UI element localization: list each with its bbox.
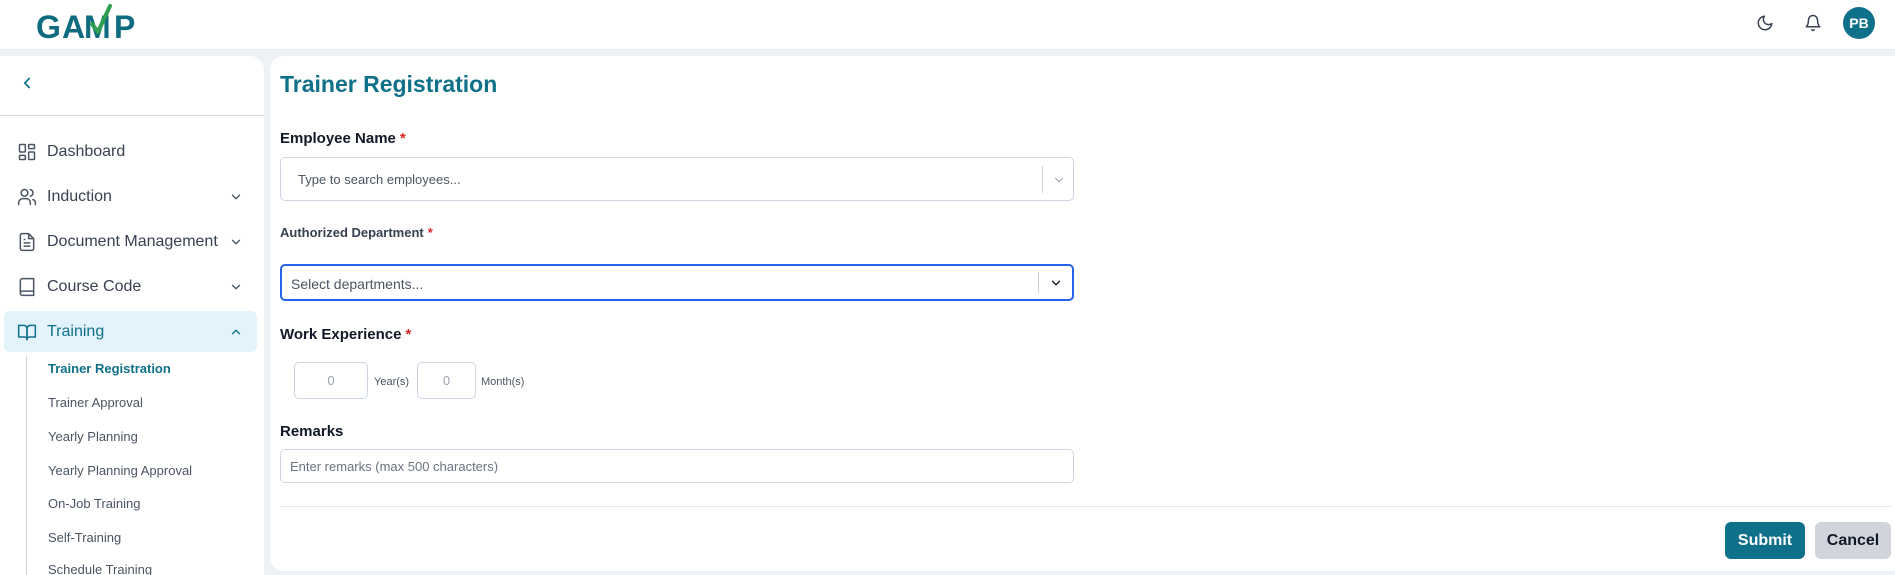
submenu-item-schedule-training[interactable]: Schedule Training [48, 562, 152, 575]
document-icon [17, 232, 37, 252]
chevron-up-icon [229, 325, 243, 339]
employee-name-label: Employee Name * [280, 130, 406, 147]
submenu-item-trainer-registration[interactable]: Trainer Registration [48, 361, 171, 376]
sidebar-item-label: Dashboard [47, 142, 126, 160]
remarks-label: Remarks [280, 423, 344, 440]
required-mark: * [399, 130, 406, 147]
remarks-placeholder: Enter remarks (max 500 characters) [290, 459, 499, 474]
chevron-down-icon[interactable] [1052, 173, 1066, 187]
sidebar-item-induction[interactable]: Induction [4, 176, 257, 217]
svg-text:G: G [36, 9, 61, 45]
main-content: Trainer Registration Employee Name * Type… [270, 56, 1895, 571]
department-placeholder: Select departments... [291, 276, 424, 292]
years-input[interactable]: 0 [294, 362, 368, 399]
sidebar-item-course-code[interactable]: Course Code [4, 266, 257, 307]
required-mark: * [427, 225, 433, 240]
submit-button[interactable]: Submit [1725, 522, 1805, 559]
submenu-item-self-training[interactable]: Self-Training [48, 530, 121, 545]
submenu-item-yearly-planning-approval[interactable]: Yearly Planning Approval [48, 463, 192, 478]
book-icon [17, 277, 37, 297]
svg-text:A: A [62, 9, 85, 45]
page-title: Trainer Registration [280, 71, 498, 97]
chevron-left-icon[interactable] [18, 74, 38, 94]
sidebar-item-label: Course Code [47, 277, 142, 295]
bell-icon[interactable] [1795, 6, 1831, 40]
submenu-line [26, 356, 27, 575]
months-input[interactable]: 0 [417, 362, 476, 399]
header-actions: PB [1735, 6, 1875, 40]
users-icon [17, 187, 37, 207]
submenu-item-yearly-planning[interactable]: Yearly Planning [48, 429, 138, 444]
sidebar-item-label: Document Management [47, 232, 218, 250]
avatar[interactable]: PB [1843, 7, 1875, 39]
years-unit-label: Year(s) [374, 376, 410, 388]
sidebar-item-training[interactable]: Training [4, 311, 257, 352]
sidebar-divider [0, 115, 264, 116]
top-bar: G A M P PB [0, 0, 1895, 50]
chevron-down-icon [229, 280, 243, 294]
work-experience-label: Work Experience * [280, 326, 412, 343]
chevron-down-icon [229, 235, 243, 249]
form-footer-divider [280, 506, 1892, 507]
grid-icon [17, 142, 37, 162]
sidebar-item-label: Induction [47, 187, 112, 205]
svg-text:P: P [114, 9, 135, 45]
employee-search-placeholder: Type to search employees... [298, 172, 461, 187]
gamp-logo[interactable]: G A M P [36, 2, 146, 46]
sidebar-item-document-management[interactable]: Document Management [4, 221, 257, 262]
sidebar-item-label: Training [47, 322, 105, 340]
moon-icon[interactable] [1747, 6, 1783, 40]
submenu-item-on-job-training[interactable]: On-Job Training [48, 496, 141, 511]
select-separator [1038, 272, 1039, 293]
required-mark: * [405, 326, 412, 343]
department-select[interactable]: Select departments... [280, 264, 1074, 301]
select-separator [1042, 166, 1043, 193]
employee-search-select[interactable]: Type to search employees... [280, 157, 1074, 201]
chevron-down-icon[interactable] [1049, 276, 1063, 290]
months-unit-label: Month(s) [481, 376, 525, 388]
chevron-down-icon [229, 190, 243, 204]
submenu-item-trainer-approval[interactable]: Trainer Approval [48, 395, 143, 410]
remarks-input[interactable]: Enter remarks (max 500 characters) [280, 449, 1074, 483]
authorized-department-label: Authorized Department * [280, 225, 433, 240]
sidebar-item-dashboard[interactable]: Dashboard [4, 131, 257, 172]
cancel-button[interactable]: Cancel [1815, 522, 1891, 559]
sidebar: Dashboard Induction Document Management … [0, 56, 264, 575]
open-book-icon [17, 322, 37, 342]
